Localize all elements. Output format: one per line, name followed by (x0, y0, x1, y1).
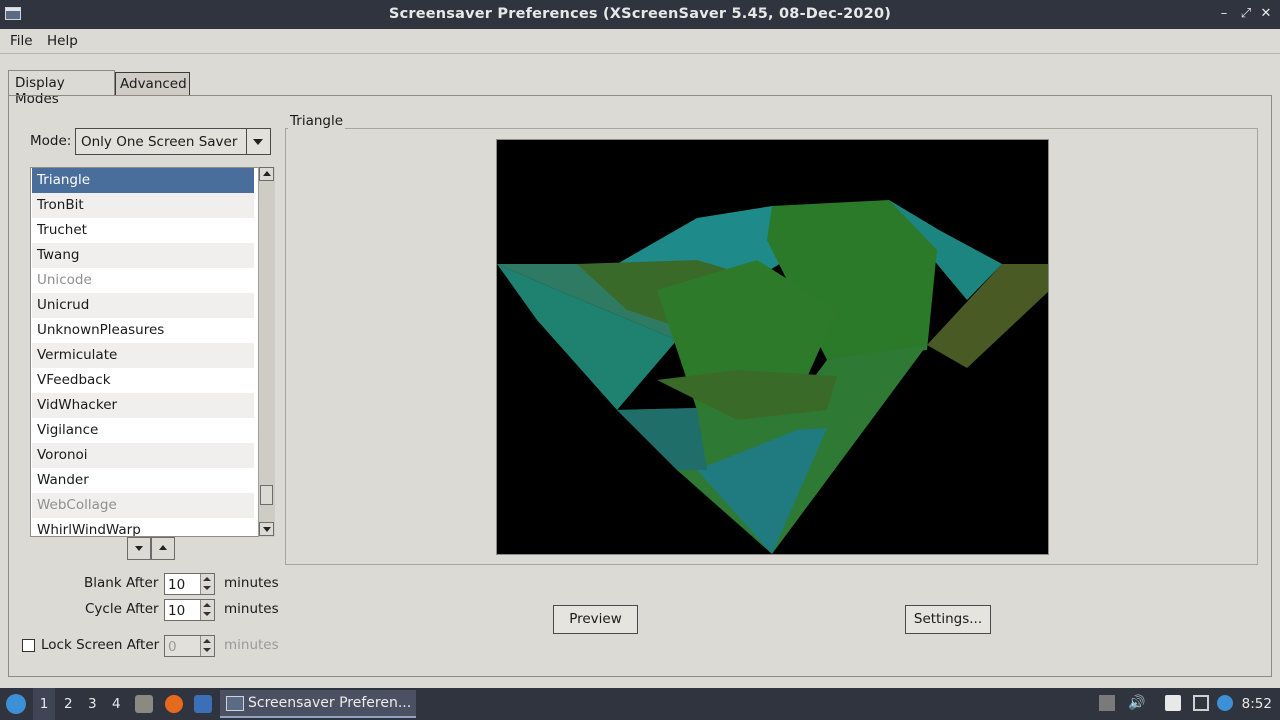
volume-icon[interactable]: 🔊 (1128, 695, 1145, 711)
scroll-up-button[interactable] (259, 167, 274, 181)
increment-icon[interactable] (203, 577, 211, 581)
tab-advanced[interactable]: Advanced (115, 72, 190, 96)
previous-saver-button[interactable] (151, 537, 175, 560)
list-item[interactable]: WhirlWindWarp (32, 518, 254, 536)
list-item[interactable]: Triangle (32, 168, 254, 193)
screensaver-preview (496, 139, 1050, 555)
minimize-icon[interactable]: – (1215, 5, 1233, 23)
list-item[interactable]: VFeedback (32, 368, 254, 393)
blank-after-label: Blank After (84, 575, 159, 591)
arrow-up-icon (263, 171, 271, 176)
window-app-icon (226, 696, 244, 711)
preview-button[interactable]: Preview (553, 605, 638, 634)
lock-after-spinner: 0 (164, 635, 215, 657)
close-icon[interactable]: ✕ (1257, 5, 1275, 23)
taskbar-window-title: Screensaver Preferen... (248, 695, 412, 711)
blank-after-spinner[interactable]: 10 (164, 573, 215, 595)
list-item[interactable]: Twang (32, 243, 254, 268)
mode-label: Mode: (30, 133, 72, 149)
show-desktop-icon[interactable] (194, 695, 212, 713)
scroll-down-button[interactable] (259, 522, 274, 536)
workspace-1[interactable]: 1 (33, 688, 55, 720)
arrow-up-icon (159, 545, 167, 550)
lock-after-value: 0 (168, 639, 177, 655)
spinner-buttons[interactable] (200, 600, 214, 620)
cycle-after-value[interactable]: 10 (168, 603, 185, 619)
next-saver-button[interactable] (127, 537, 151, 560)
tab-display-modes[interactable]: Display Modes (8, 70, 115, 107)
increment-icon[interactable] (203, 603, 211, 607)
scroll-thumb[interactable] (260, 485, 273, 505)
spinner-buttons (200, 636, 214, 656)
lock-minutes-label: minutes (224, 637, 279, 653)
cycle-minutes-label: minutes (224, 601, 279, 617)
list-item[interactable]: Unicrud (32, 293, 254, 318)
triangle-preview-image (497, 200, 1050, 554)
arrow-down-icon (135, 546, 143, 551)
decrement-icon[interactable] (203, 612, 211, 616)
list-item[interactable]: TronBit (32, 193, 254, 218)
decrement-icon[interactable] (203, 586, 211, 590)
window-title: Screensaver Preferences (XScreenSaver 5.… (388, 6, 892, 22)
list-item[interactable]: Vigilance (32, 418, 254, 443)
notification-icon[interactable] (1217, 695, 1233, 711)
screensaver-list[interactable]: Triangle TronBit Truchet Twang Unicode U… (30, 167, 275, 537)
maximize-icon[interactable]: ⤢ (1237, 5, 1255, 23)
list-item[interactable]: Voronoi (32, 443, 254, 468)
chevron-down-icon[interactable] (246, 129, 270, 154)
menu-file[interactable]: File (10, 33, 33, 49)
blank-minutes-label: minutes (224, 575, 279, 591)
arrow-down-icon (263, 527, 271, 532)
taskbar-window-button[interactable]: Screensaver Preferen... (220, 690, 416, 718)
menubar: File Help (0, 29, 1280, 54)
preview-frame-label: Triangle (288, 113, 346, 129)
list-item[interactable]: Truchet (32, 218, 254, 243)
lock-screen-label[interactable]: Lock Screen After (41, 637, 159, 653)
firefox-icon[interactable] (165, 695, 183, 713)
spinner-buttons[interactable] (200, 574, 214, 594)
blank-after-value[interactable]: 10 (168, 577, 185, 593)
tray-updates-icon[interactable] (1099, 695, 1115, 711)
window-titlebar: Screensaver Preferences (XScreenSaver 5.… (0, 0, 1280, 29)
network-icon[interactable] (1193, 695, 1209, 711)
list-item[interactable]: VidWhacker (32, 393, 254, 418)
lock-screen-checkbox[interactable] (22, 639, 35, 652)
start-menu-icon[interactable] (6, 694, 26, 714)
decrement-icon (203, 648, 211, 652)
settings-button[interactable]: Settings... (905, 605, 991, 634)
cycle-after-label: Cycle After (85, 601, 159, 617)
increment-icon (203, 639, 211, 643)
workspace-3[interactable]: 3 (88, 696, 97, 712)
clock[interactable]: 8:52 (1242, 696, 1272, 712)
workspace-4[interactable]: 4 (112, 696, 121, 712)
menu-help[interactable]: Help (47, 33, 78, 49)
workspace-2[interactable]: 2 (64, 696, 73, 712)
list-item[interactable]: WebCollage (32, 493, 254, 518)
clipboard-icon[interactable] (1165, 695, 1181, 711)
file-manager-icon[interactable] (135, 695, 153, 713)
list-scrollbar[interactable] (258, 167, 275, 537)
list-item[interactable]: Wander (32, 468, 254, 493)
cycle-after-spinner[interactable]: 10 (164, 599, 215, 621)
list-item[interactable]: Vermiculate (32, 343, 254, 368)
list-item[interactable]: UnknownPleasures (32, 318, 254, 343)
mode-dropdown[interactable]: Only One Screen Saver (75, 128, 271, 155)
list-item[interactable]: Unicode (32, 268, 254, 293)
taskbar: 1 2 3 4 Screensaver Preferen... 🔊 8:52 (0, 688, 1280, 720)
mode-value: Only One Screen Saver (81, 134, 238, 150)
